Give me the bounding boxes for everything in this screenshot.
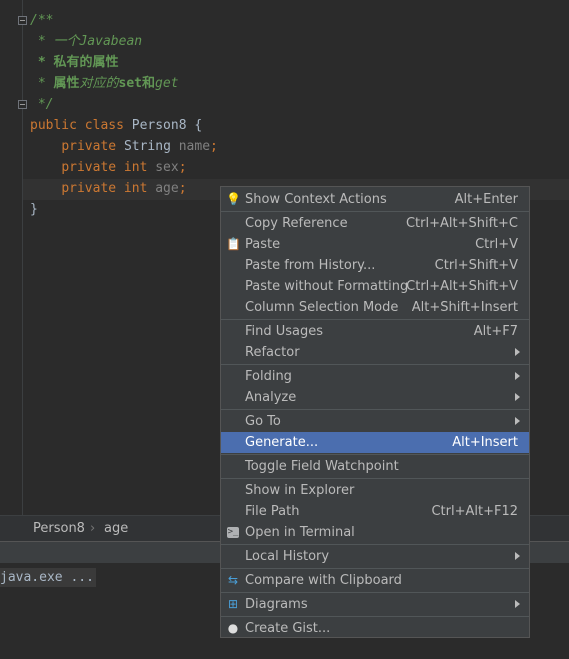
menu-separator	[221, 211, 529, 212]
bulb-icon: 💡	[226, 192, 241, 206]
submenu-arrow-icon	[515, 552, 520, 560]
code-line: /**	[30, 13, 54, 28]
clipboard-icon: 📋	[226, 237, 241, 251]
code-line: private String name;	[61, 139, 218, 154]
menu-item-file-path[interactable]: File Path Ctrl+Alt+F12	[221, 501, 529, 522]
menu-item-local-history[interactable]: Local History	[221, 546, 529, 567]
github-icon: ●	[227, 621, 239, 635]
menu-item-copy-reference[interactable]: Copy Reference Ctrl+Alt+Shift+C	[221, 213, 529, 234]
code-line: * 私有的属性	[30, 55, 119, 70]
submenu-arrow-icon	[515, 348, 520, 356]
menu-separator	[221, 616, 529, 617]
menu-item-find-usages[interactable]: Find Usages Alt+F7	[221, 321, 529, 342]
menu-separator	[221, 364, 529, 365]
menu-item-toggle-field-watchpoint[interactable]: Toggle Field Watchpoint	[221, 456, 529, 477]
menu-item-paste-without-formatting[interactable]: Paste without Formatting Ctrl+Alt+Shift+…	[221, 276, 529, 297]
context-menu: 💡 Show Context Actions Alt+Enter Copy Re…	[220, 186, 530, 638]
menu-item-show-context-actions[interactable]: 💡 Show Context Actions Alt+Enter	[221, 189, 529, 210]
menu-separator	[221, 409, 529, 410]
menu-item-generate[interactable]: Generate... Alt+Insert	[221, 432, 529, 453]
menu-separator	[221, 568, 529, 569]
menu-item-column-selection-mode[interactable]: Column Selection Mode Alt+Shift+Insert	[221, 297, 529, 318]
breadcrumb-class[interactable]: Person8	[33, 521, 85, 536]
menu-item-show-in-explorer[interactable]: Show in Explorer	[221, 480, 529, 501]
menu-separator	[221, 544, 529, 545]
code-line: * 属性对应的set和get	[30, 76, 179, 91]
code-line: * 一个Javabean	[30, 34, 143, 49]
gutter-divider	[22, 0, 23, 515]
menu-item-paste[interactable]: 📋 Paste Ctrl+V	[221, 234, 529, 255]
submenu-arrow-icon	[515, 393, 520, 401]
menu-item-go-to[interactable]: Go To	[221, 411, 529, 432]
menu-item-refactor[interactable]: Refactor	[221, 342, 529, 363]
menu-separator	[221, 454, 529, 455]
breadcrumb-member[interactable]: age	[104, 521, 128, 536]
fold-toggle-icon[interactable]	[18, 100, 27, 109]
run-console-line: java.exe ...	[0, 568, 96, 587]
compare-icon: ⇆	[227, 573, 239, 587]
menu-item-compare-with-clipboard[interactable]: ⇆ Compare with Clipboard	[221, 570, 529, 591]
menu-separator	[221, 319, 529, 320]
menu-item-diagrams[interactable]: ⊞ Diagrams	[221, 594, 529, 615]
submenu-arrow-icon	[515, 417, 520, 425]
code-line: private int age;	[61, 181, 187, 196]
menu-item-open-in-terminal[interactable]: >_ Open in Terminal	[221, 522, 529, 543]
code-line: public class Person8 {	[30, 118, 203, 133]
diagram-icon: ⊞	[227, 597, 239, 611]
menu-item-create-gist[interactable]: ● Create Gist...	[221, 618, 529, 639]
code-line: private int sex;	[61, 160, 187, 175]
fold-toggle-icon[interactable]	[18, 16, 27, 25]
code-line: */	[30, 97, 54, 112]
menu-item-paste-from-history[interactable]: Paste from History... Ctrl+Shift+V	[221, 255, 529, 276]
breadcrumb-separator-icon: ›	[90, 521, 96, 536]
menu-item-analyze[interactable]: Analyze	[221, 387, 529, 408]
code-line: }	[30, 202, 38, 217]
menu-separator	[221, 592, 529, 593]
submenu-arrow-icon	[515, 600, 520, 608]
submenu-arrow-icon	[515, 372, 520, 380]
menu-item-folding[interactable]: Folding	[221, 366, 529, 387]
menu-separator	[221, 478, 529, 479]
terminal-icon: >_	[227, 527, 239, 538]
